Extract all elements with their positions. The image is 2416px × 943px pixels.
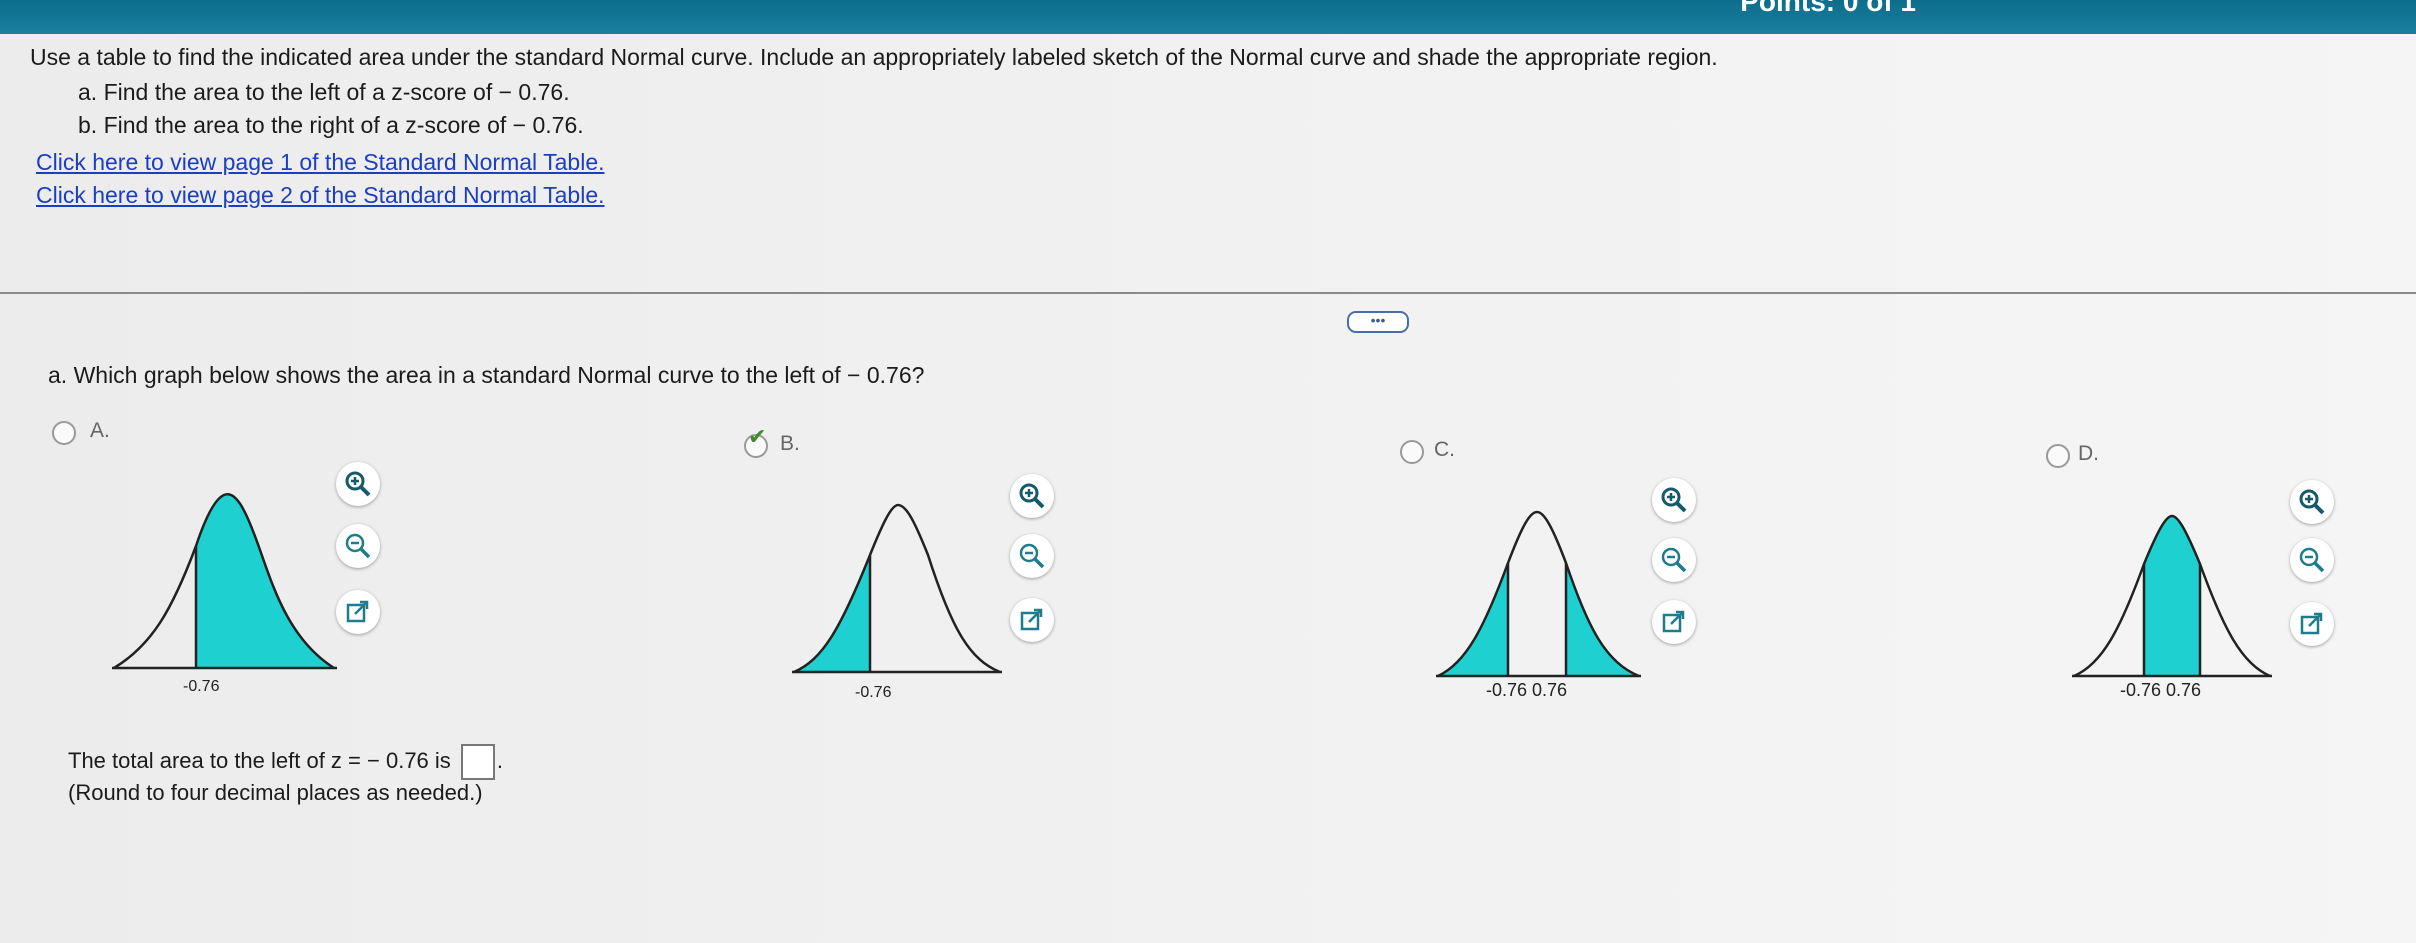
option-b-curve [793, 503, 1001, 674]
option-a-popout-button[interactable] [336, 590, 380, 634]
option-d-radio[interactable] [2046, 444, 2070, 468]
zoom-out-icon [345, 533, 371, 559]
option-a-zoom-in-button[interactable] [336, 462, 380, 506]
checkmark-icon: ✔ [748, 424, 767, 449]
answer-prompt: The total area to the left of z = − 0.76… [68, 744, 503, 780]
popout-icon [346, 600, 369, 623]
option-d-zoom-out-button[interactable] [2290, 538, 2334, 582]
option-b-popout-button[interactable] [1010, 598, 1054, 642]
zoom-in-icon [1019, 483, 1045, 509]
popout-icon [1020, 608, 1043, 631]
option-c-right-shaded-region [1566, 563, 1639, 676]
table-page2-link[interactable]: Click here to view page 2 of the Standar… [36, 182, 605, 209]
popout-icon [2300, 612, 2323, 635]
option-c-radio[interactable] [1400, 440, 1424, 464]
option-c-zoom-in-button[interactable] [1652, 478, 1696, 522]
option-d-graph [2072, 514, 2272, 678]
option-c-tick-label: -0.76 0.76 [1486, 680, 1568, 700]
answer-input[interactable] [460, 744, 495, 780]
subquestion-text: a. Which graph below shows the area in a… [48, 362, 925, 388]
option-d-label: D. [2078, 442, 2099, 465]
option-b-graph [792, 503, 1002, 674]
option-b-label: B. [780, 432, 800, 455]
option-d-tick-label: -0.76 0.76 [2120, 680, 2202, 700]
option-c-zoom-out-button[interactable] [1652, 538, 1696, 582]
option-a-tick-label: -0.76 [183, 678, 220, 695]
popout-icon [1662, 610, 1685, 633]
option-b-zoom-out-button[interactable] [1010, 534, 1054, 578]
zoom-in-icon [1661, 487, 1687, 513]
answer-suffix: . [496, 747, 504, 773]
table-page1-link[interactable]: Click here to view page 1 of the Standar… [36, 149, 605, 176]
points-text: Points: 0 of 1 [1740, 0, 1916, 17]
option-b-zoom-in-button[interactable] [1010, 474, 1054, 518]
question-part-b: b. Find the area to the right of a z-sco… [78, 112, 584, 138]
zoom-out-icon [1019, 543, 1045, 569]
option-a-radio[interactable] [52, 421, 76, 445]
rounding-note: (Round to four decimal places as needed.… [68, 780, 483, 805]
option-c-left-shaded-region [1438, 563, 1508, 676]
option-a-graph [112, 493, 337, 670]
more-button[interactable]: ••• [1347, 311, 1409, 333]
option-b-shaded-region [794, 555, 870, 672]
option-d-zoom-in-button[interactable] [2290, 480, 2334, 524]
zoom-in-icon [2299, 489, 2325, 515]
option-a-shaded-region [196, 494, 334, 668]
option-a-label: A. [90, 419, 110, 442]
option-c-popout-button[interactable] [1652, 600, 1696, 644]
top-bar: Points: 0 of 1 [0, 0, 2416, 34]
question-intro: Use a table to find the indicated area u… [30, 44, 1718, 70]
option-b-tick-label: -0.76 [855, 684, 892, 701]
zoom-in-icon [345, 471, 371, 497]
zoom-out-icon [2299, 547, 2325, 573]
answer-prompt-text: The total area to the left of z = − 0.76… [68, 747, 451, 773]
option-d-shaded-region [2144, 516, 2200, 676]
option-c-graph [1436, 510, 1641, 678]
question-part-a: a. Find the area to the left of a z-scor… [78, 79, 570, 105]
option-a-zoom-out-button[interactable] [336, 524, 380, 568]
option-c-label: C. [1434, 438, 1455, 461]
zoom-out-icon [1661, 547, 1687, 573]
option-d-popout-button[interactable] [2290, 602, 2334, 646]
section-divider [0, 292, 2416, 294]
